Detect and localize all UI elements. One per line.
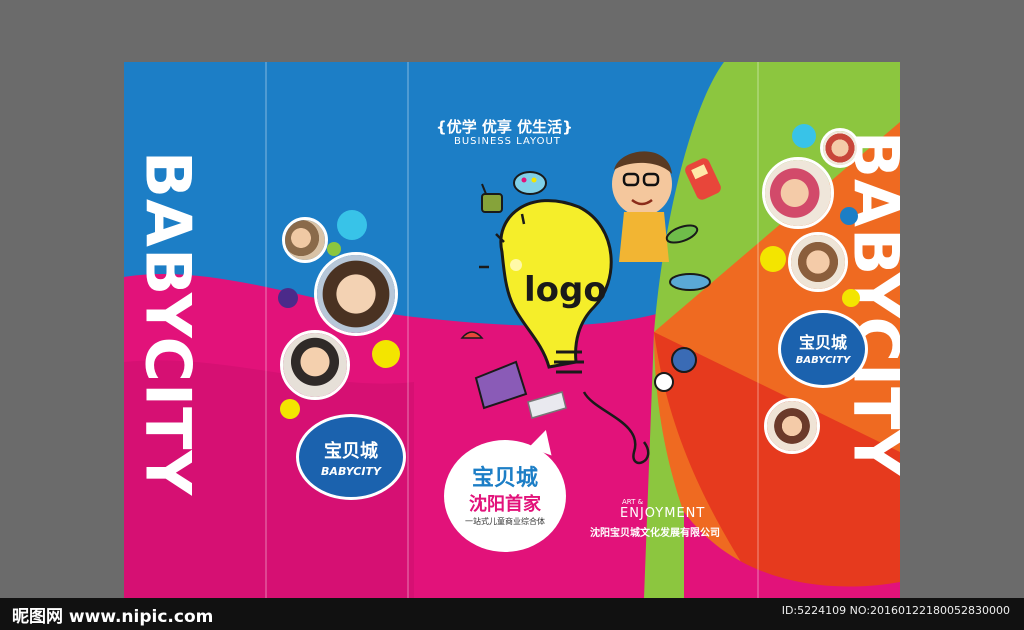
kids-photo-3 bbox=[788, 232, 848, 292]
dot-green-left bbox=[327, 242, 341, 256]
dot-cyan-right bbox=[792, 124, 816, 148]
cartoon-boy-image bbox=[612, 151, 672, 262]
badge-right-en: BABYCITY bbox=[795, 355, 851, 366]
kids-photo-4 bbox=[764, 398, 820, 454]
brand-badge-left: 宝贝城 BABYCITY bbox=[296, 414, 406, 500]
speech-bubble: 宝贝城 沈阳首家 一站式儿童商业综合体 bbox=[444, 440, 566, 552]
family-photo-3 bbox=[280, 330, 350, 400]
headline-cn-text: 优学 优享 优生活 bbox=[446, 118, 563, 136]
palette-icon bbox=[513, 171, 547, 195]
dot-yellow-left bbox=[372, 340, 400, 368]
vertical-brand-left: BABYCITY bbox=[131, 150, 205, 497]
kids-photo-2 bbox=[762, 157, 834, 229]
brace-right: } bbox=[562, 118, 573, 136]
bubble-tagline: 一站式儿童商业综合体 bbox=[465, 517, 545, 526]
enjoyment-large: ENJOYMENT bbox=[620, 506, 706, 521]
badge-left-cn: 宝贝城 bbox=[324, 441, 378, 462]
brace-left: { bbox=[436, 118, 447, 136]
plane-icon bbox=[669, 273, 711, 291]
watermark-site: 昵图网 www.nipic.com bbox=[12, 607, 214, 627]
brochure-board: BABYCITY BABYCITY {优学 优享 优生活} BUSINESS L… bbox=[124, 62, 900, 598]
enjoyment-small: ART & bbox=[622, 498, 644, 506]
logo-text: logo bbox=[524, 270, 607, 310]
dot-yellow-small-left bbox=[280, 399, 300, 419]
brand-badge-right: 宝贝城 BABYCITY bbox=[778, 310, 868, 388]
badge-left-en: BABYCITY bbox=[321, 465, 381, 478]
family-photo-2 bbox=[314, 252, 398, 336]
watermark-id: ID:5224109 NO:20160122180052830000 bbox=[781, 604, 1010, 617]
company-name: 沈阳宝贝城文化发展有限公司 bbox=[590, 528, 720, 539]
bubble-subtitle: 沈阳首家 bbox=[469, 494, 541, 515]
dot-purple-left bbox=[278, 288, 298, 308]
bubble-title: 宝贝城 bbox=[471, 466, 538, 491]
dot-cyan-left bbox=[337, 210, 367, 240]
dot-blue-right bbox=[840, 207, 858, 225]
dot-yellow-right bbox=[760, 246, 786, 272]
headline-cn: {优学 优享 优生活} bbox=[436, 116, 573, 137]
badge-right-cn: 宝贝城 bbox=[798, 333, 847, 352]
dot-yellow-small-right bbox=[842, 289, 860, 307]
headline-en: BUSINESS LAYOUT bbox=[454, 136, 561, 147]
